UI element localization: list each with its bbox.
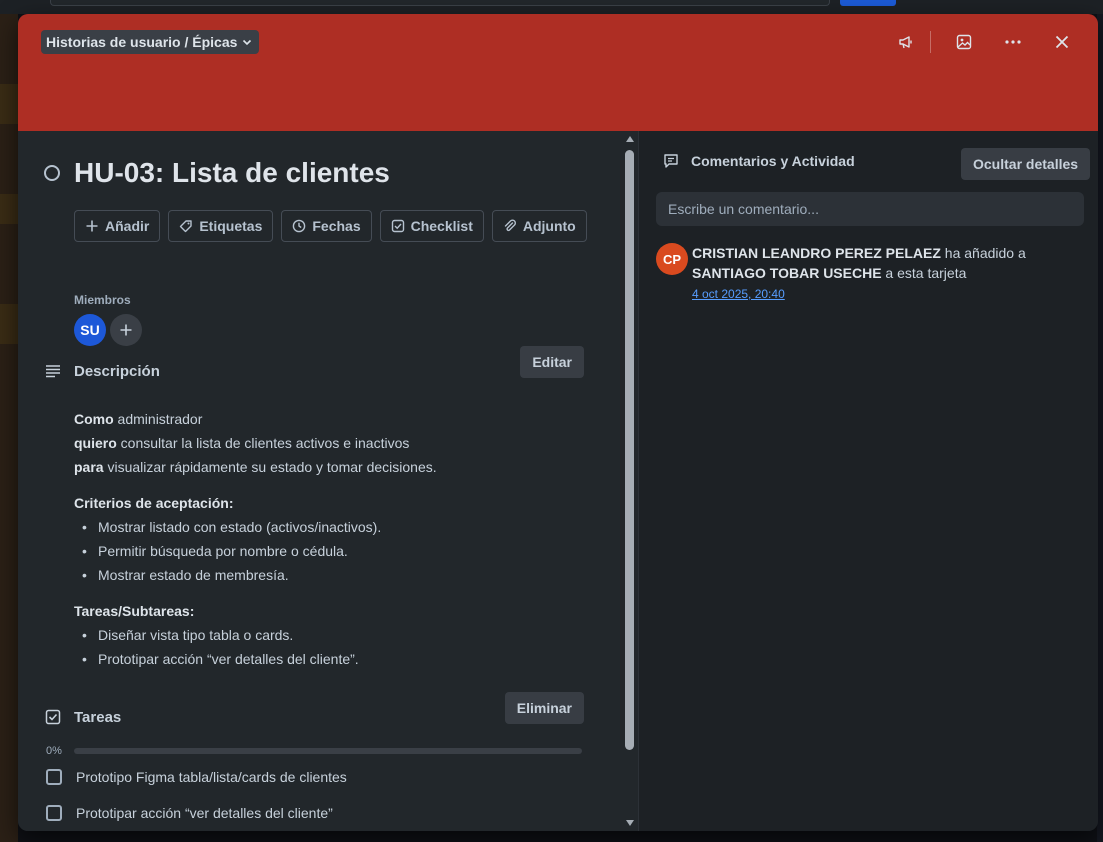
avatar[interactable]: CP [656,243,688,275]
attachment-button-label: Adjunto [522,218,576,234]
description-line: para visualizar rápidamente su estado y … [74,455,594,479]
chevron-down-icon [243,39,252,46]
description-line: quiero consultar la lista de clientes ac… [74,431,594,455]
comment-input[interactable]: Escribe un comentario... [656,192,1084,226]
card-cover: Historias de usuario / Épicas [18,14,1098,131]
watch-button[interactable] [890,28,922,56]
checklist-progress-percent: 0% [46,745,62,757]
edit-description-button[interactable]: Editar [520,346,584,378]
dates-button-label: Fechas [312,218,361,234]
checklist-button[interactable]: Checklist [379,210,484,242]
megaphone-icon [899,36,912,49]
criteria-list: Mostrar listado con estado (activos/inac… [74,515,594,587]
members-label: Miembros [74,293,131,307]
criteria-heading: Criterios de aceptación: [74,495,234,511]
scroll-up-arrow[interactable] [626,136,634,142]
list-selector[interactable]: Historias de usuario / Épicas [41,30,260,54]
description-line: Como administrador [74,407,594,431]
board-create-button[interactable] [840,0,896,6]
board-background-left [0,14,18,842]
attachment-button[interactable]: Adjunto [491,210,587,242]
checklist-progress-bar [74,748,582,754]
plus-icon [86,220,98,232]
comment-icon [664,154,678,168]
activity-title: Comentarios y Actividad [691,153,855,169]
description-keyword: quiero [74,435,117,451]
checklist-header: Tareas Eliminar [44,692,584,726]
list-item: Mostrar estado de membresía. [74,563,594,587]
card-title[interactable]: HU-03: Lista de clientes [74,157,390,189]
activity-target: SANTIAGO TOBAR USECHE [692,265,882,281]
list-selector-label: Historias de usuario / Épicas [46,34,238,50]
description-header: Descripción Editar [44,346,584,380]
clock-icon [293,219,306,233]
description-text: consultar la lista de clientes activos e… [116,435,410,451]
tag-icon [180,220,193,233]
list-item: Prototipar acción “ver detalles del clie… [74,647,594,671]
description-text: administrador [113,411,203,427]
checklist-item-text[interactable]: Prototipar acción “ver detalles del clie… [76,805,333,821]
member-avatar[interactable]: SU [74,314,106,346]
description-text: visualizar rápidamente su estado y tomar… [103,459,437,475]
main-scrollbar[interactable] [622,131,638,831]
card-main-column: HU-03: Lista de clientes Añadir Etiqueta… [18,131,638,831]
list-item: Mostrar listado con estado (activos/inac… [74,515,594,539]
paperclip-icon [504,219,516,232]
add-member-button[interactable] [110,314,142,346]
plus-icon [120,324,132,336]
description-body[interactable]: Como administrador quiero consultar la l… [74,407,594,671]
checklist-icon [45,709,61,725]
checklist-item[interactable]: Prototipo Figma tabla/lista/cards de cli… [46,769,347,785]
checklist-item[interactable]: Prototipar acción “ver detalles del clie… [46,805,333,821]
description-keyword: para [74,459,104,475]
add-button-label: Añadir [105,218,150,234]
activity-timestamp-link[interactable]: 4 oct 2025, 20:40 [692,283,1086,305]
header-divider [930,31,931,53]
card-action-bar: Añadir Etiquetas Fechas Checklist Adjunt… [74,210,587,242]
checklist-item-checkbox[interactable] [46,805,62,821]
checklist-item-text[interactable]: Prototipo Figma tabla/lista/cards de cli… [76,769,347,785]
close-button[interactable] [1046,28,1078,56]
list-item: Diseñar vista tipo tabla o cards. [74,623,594,647]
description-title: Descripción [74,362,160,380]
description-icon [46,365,60,378]
labels-button-label: Etiquetas [199,218,263,234]
description-keyword: Como [74,411,114,427]
delete-checklist-button[interactable]: Eliminar [504,692,584,724]
scroll-thumb[interactable] [625,150,634,750]
list-item: Permitir búsqueda por nombre o cédula. [74,539,594,563]
dates-button[interactable]: Fechas [281,210,372,242]
checklist-icon [391,219,404,233]
activity-verb: ha añadido a [940,245,1026,261]
board-search-bar[interactable] [50,0,830,6]
more-actions-button[interactable] [997,28,1029,56]
activity-entry: CP CRISTIAN LEANDRO PEREZ PELAEZ ha añad… [656,243,1086,305]
complete-card-toggle[interactable] [44,165,60,181]
activity-actor: CRISTIAN LEANDRO PEREZ PELAEZ [692,245,941,261]
checklist-item-checkbox[interactable] [46,769,62,785]
activity-panel: Comentarios y Actividad Ocultar detalles… [638,131,1098,831]
close-icon [1055,35,1069,49]
scroll-down-arrow[interactable] [626,820,634,826]
cover-button[interactable] [948,28,980,56]
image-icon [956,34,972,50]
labels-button[interactable]: Etiquetas [168,210,274,242]
hide-details-button[interactable]: Ocultar detalles [961,148,1091,180]
more-icon [1005,40,1021,44]
activity-suffix: a esta tarjeta [881,265,967,281]
activity-text: CRISTIAN LEANDRO PEREZ PELAEZ ha añadido… [692,243,1086,283]
add-button[interactable]: Añadir [74,210,161,242]
checklist-title: Tareas [74,708,122,726]
subtasks-heading: Tareas/Subtareas: [74,603,195,619]
card-detail-modal: Historias de usuario / Épicas HU-03: Lis… [18,14,1098,831]
subtasks-list: Diseñar vista tipo tabla o cards. Protot… [74,623,594,671]
checklist-button-label: Checklist [410,218,473,234]
